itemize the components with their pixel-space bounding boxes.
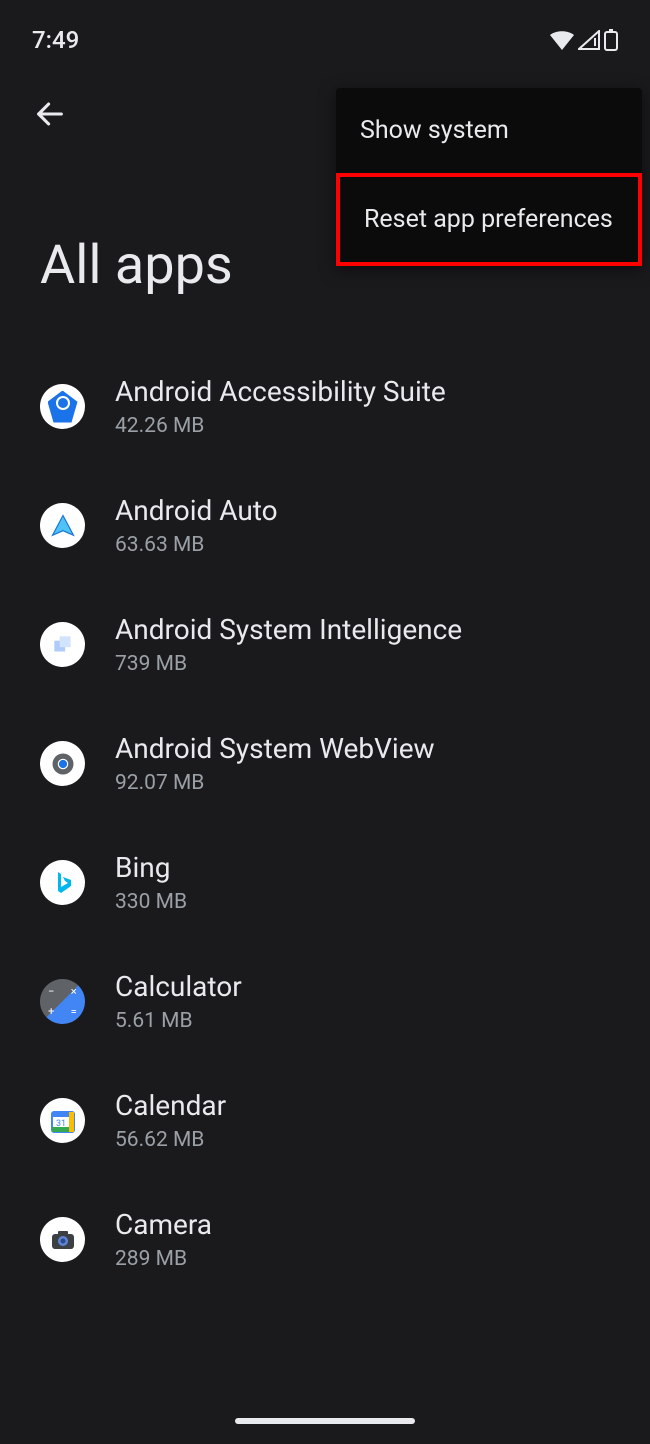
svg-text:31: 31: [55, 1119, 65, 1129]
app-name: Calculator: [115, 970, 242, 1003]
app-name: Bing: [115, 851, 187, 884]
menu-item-show-system[interactable]: Show system: [336, 88, 642, 173]
svg-text:−: −: [48, 985, 54, 998]
android-auto-icon: [40, 503, 85, 548]
battery-icon: [604, 29, 618, 51]
camera-icon: [40, 1217, 85, 1262]
status-time: 7:49: [32, 26, 79, 54]
app-size: 289 MB: [115, 1247, 212, 1271]
calculator-icon: − × + =: [40, 979, 85, 1024]
menu-item-reset-app-preferences[interactable]: Reset app preferences: [336, 173, 642, 266]
app-row-webview[interactable]: Android System WebView 92.07 MB: [0, 704, 650, 823]
app-size: 739 MB: [115, 652, 462, 676]
app-row-system-intelligence[interactable]: Android System Intelligence 739 MB: [0, 585, 650, 704]
app-name: Camera: [115, 1208, 212, 1241]
app-size: 63.63 MB: [115, 533, 278, 557]
app-name: Android Auto: [115, 494, 278, 527]
svg-text:=: =: [71, 1005, 77, 1018]
system-intelligence-icon: [40, 622, 85, 667]
app-size: 42.26 MB: [115, 414, 446, 438]
app-name: Calendar: [115, 1089, 226, 1122]
status-bar: 7:49: [0, 0, 650, 64]
app-row-accessibility[interactable]: Android Accessibility Suite 42.26 MB: [0, 347, 650, 466]
app-row-android-auto[interactable]: Android Auto 63.63 MB: [0, 466, 650, 585]
app-row-calendar[interactable]: 31 Calendar 56.62 MB: [0, 1061, 650, 1180]
calendar-icon: 31: [40, 1098, 85, 1143]
app-row-bing[interactable]: Bing 330 MB: [0, 823, 650, 942]
app-size: 5.61 MB: [115, 1009, 242, 1033]
app-size: 330 MB: [115, 890, 187, 914]
bing-icon: [40, 860, 85, 905]
app-row-camera[interactable]: Camera 289 MB: [0, 1180, 650, 1299]
app-name: Android System WebView: [115, 732, 435, 765]
status-icons: [550, 29, 618, 51]
nav-pill[interactable]: [235, 1418, 415, 1424]
webview-icon: [40, 741, 85, 786]
app-row-calculator[interactable]: − × + = Calculator 5.61 MB: [0, 942, 650, 1061]
wifi-icon: [550, 30, 574, 50]
app-size: 56.62 MB: [115, 1128, 226, 1152]
overflow-menu: Show system Reset app preferences: [336, 88, 642, 266]
app-size: 92.07 MB: [115, 771, 435, 795]
svg-text:+: +: [48, 1005, 54, 1018]
svg-text:×: ×: [71, 985, 77, 998]
signal-icon: [578, 30, 600, 50]
back-button[interactable]: [30, 94, 70, 134]
app-name: Android Accessibility Suite: [115, 375, 446, 408]
app-list: Android Accessibility Suite 42.26 MB And…: [0, 347, 650, 1299]
back-arrow-icon: [33, 97, 67, 131]
app-name: Android System Intelligence: [115, 613, 462, 646]
accessibility-icon: [40, 384, 85, 429]
